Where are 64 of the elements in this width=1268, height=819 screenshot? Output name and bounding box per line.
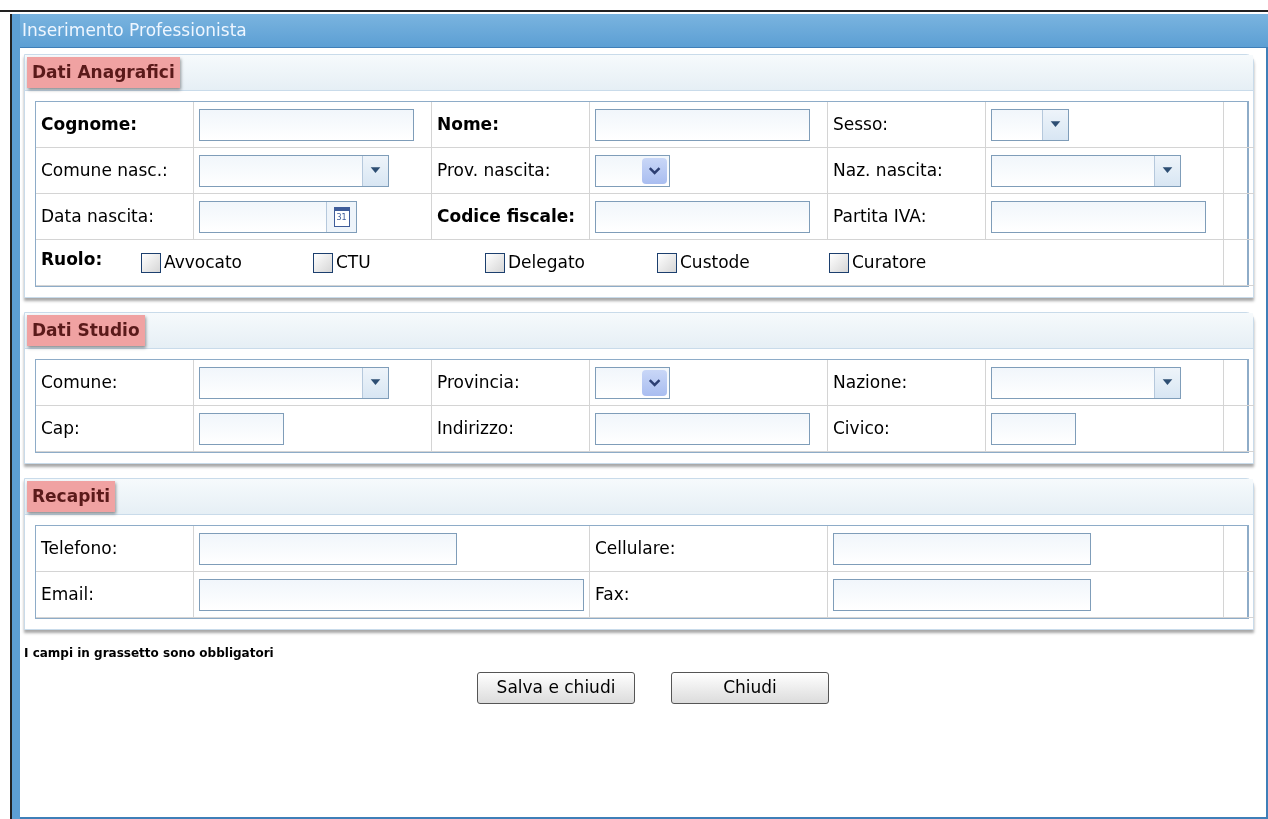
field-label: Civico: (833, 419, 890, 438)
checkbox[interactable] (657, 252, 677, 273)
section-title: Dati Studio (27, 314, 145, 347)
combo-box[interactable] (991, 154, 1181, 187)
checkbox[interactable] (485, 252, 505, 273)
field-label: Comune: (41, 373, 118, 392)
field-label: Telefono: (41, 539, 118, 558)
checkbox-option[interactable]: Custode (657, 249, 829, 276)
field-label: Fax: (595, 585, 630, 604)
text-field[interactable] (199, 578, 584, 611)
field-label: Codice fiscale: (437, 207, 576, 226)
field-label: Data nascita: (41, 207, 154, 226)
text-field[interactable] (199, 532, 457, 565)
field-label: Nazione: (833, 373, 908, 392)
text-field[interactable] (199, 412, 284, 445)
section-title: Recapiti (27, 480, 116, 513)
checkbox-option[interactable]: Curatore (829, 249, 1001, 276)
dropdown[interactable] (595, 366, 670, 399)
caret-icon (362, 367, 388, 398)
text-field[interactable] (991, 200, 1206, 233)
field-label: Prov. nascita: (437, 161, 551, 180)
checkbox-option[interactable]: Avvocato (141, 249, 313, 276)
chevron-down-icon (641, 369, 667, 396)
text-field[interactable] (991, 412, 1076, 445)
field-label: Naz. nascita: (833, 161, 943, 180)
field-label: Cellulare: (595, 539, 676, 558)
field-label: Cap: (41, 419, 80, 438)
text-field[interactable] (595, 200, 810, 233)
field-label: Nome: (437, 115, 499, 134)
text-field[interactable] (595, 108, 810, 141)
field-label: Indirizzo: (437, 419, 514, 438)
chevron-down-icon (641, 157, 667, 184)
section-title: Dati Anagrafici (27, 56, 180, 89)
field-label: Sesso: (833, 115, 889, 134)
date-field[interactable]: 31 (199, 200, 357, 233)
combo-box[interactable] (991, 108, 1069, 141)
text-field[interactable] (595, 412, 810, 445)
field-label: Provincia: (437, 373, 520, 392)
checkbox[interactable] (141, 252, 161, 273)
field-label: Cognome: (41, 115, 138, 134)
checkbox[interactable] (829, 252, 849, 273)
combo-box[interactable] (199, 366, 389, 399)
text-field[interactable] (199, 108, 414, 141)
field-label: Email: (41, 585, 94, 604)
checkbox-option[interactable]: Delegato (485, 249, 657, 276)
window-title: Inserimento Professionista (22, 18, 247, 42)
combo-box[interactable] (199, 154, 389, 187)
checkbox[interactable] (313, 252, 333, 273)
dropdown[interactable] (595, 154, 670, 187)
dialog-button[interactable]: Chiudi (671, 672, 829, 704)
field-label: Ruolo: (41, 247, 104, 271)
field-label: Partita IVA: (833, 207, 927, 226)
combo-box[interactable] (991, 366, 1181, 399)
field-label: Comune nasc.: (41, 161, 168, 180)
calendar-icon[interactable]: 31 (333, 206, 350, 227)
required-note: I campi in grassetto sono obbligatori (24, 646, 274, 660)
caret-icon (1154, 367, 1180, 398)
text-field[interactable] (833, 532, 1091, 565)
checkbox-option[interactable]: CTU (313, 249, 485, 276)
caret-icon (1042, 109, 1068, 140)
caret-icon (362, 155, 388, 186)
caret-icon (1154, 155, 1180, 186)
text-field[interactable] (833, 578, 1091, 611)
dialog-button[interactable]: Salva e chiudi (477, 672, 635, 704)
